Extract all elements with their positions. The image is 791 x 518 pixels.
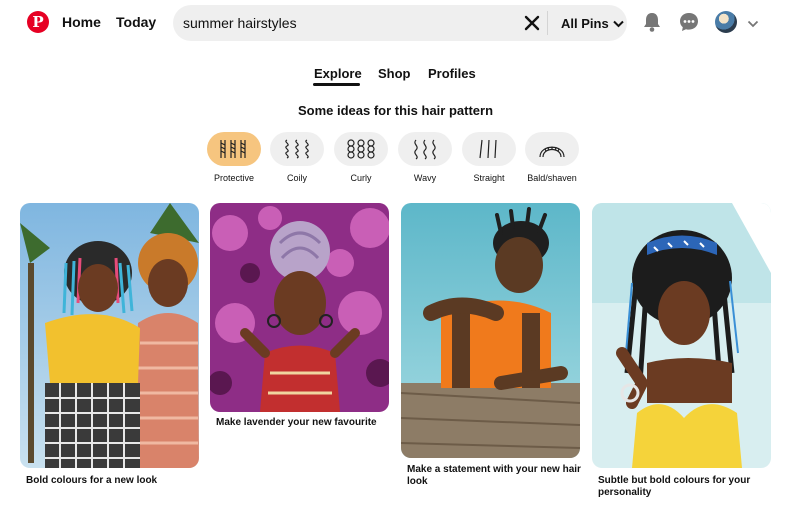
pin-image-3[interactable]	[401, 203, 580, 458]
account-menu-chevron-icon[interactable]	[747, 16, 759, 34]
hair-chip-protective[interactable]	[207, 132, 261, 166]
pin-image-2[interactable]	[210, 203, 389, 412]
pin-image-1[interactable]	[20, 203, 199, 468]
nav-today[interactable]: Today	[116, 14, 156, 30]
filter-dropdown[interactable]: All Pins	[561, 16, 624, 31]
pin-caption-2[interactable]: Make lavender your new favourite	[216, 417, 391, 429]
pin-caption-1[interactable]: Bold colours for a new look	[26, 475, 201, 487]
avatar[interactable]	[715, 11, 737, 33]
hair-chip-coily[interactable]	[270, 132, 324, 166]
search-bar: All Pins	[173, 5, 627, 41]
curly-hair-icon	[347, 139, 375, 159]
pin-image-4[interactable]	[592, 203, 771, 468]
search-input[interactable]	[183, 5, 503, 41]
clear-search-icon[interactable]	[522, 13, 542, 33]
chevron-down-icon	[612, 20, 624, 27]
tab-profiles[interactable]: Profiles	[428, 66, 476, 81]
pinterest-logo[interactable]: P	[27, 11, 49, 33]
coily-hair-icon	[285, 139, 309, 159]
hair-chip-curly[interactable]	[334, 132, 388, 166]
notifications-icon[interactable]	[641, 11, 663, 33]
braids-icon	[220, 140, 246, 158]
messages-icon[interactable]	[678, 11, 700, 33]
search-divider	[547, 11, 548, 35]
pin-caption-3[interactable]: Make a statement with your new hair look	[407, 464, 582, 488]
pin-caption-4[interactable]: Subtle but bold colours for your persona…	[598, 475, 773, 499]
hair-chip-wavy[interactable]	[398, 132, 452, 166]
straight-hair-icon	[479, 139, 497, 159]
tab-explore[interactable]: Explore	[314, 66, 362, 81]
bald-head-icon	[539, 146, 565, 158]
hair-chip-straight[interactable]	[462, 132, 516, 166]
nav-home[interactable]: Home	[62, 14, 101, 30]
ideas-heading: Some ideas for this hair pattern	[297, 103, 494, 118]
active-tab-indicator	[313, 83, 360, 86]
filter-label: All Pins	[561, 16, 609, 31]
logo-letter: P	[32, 12, 44, 31]
hair-chip-bald-shaven[interactable]	[525, 132, 579, 166]
tab-shop[interactable]: Shop	[378, 66, 411, 81]
hair-chip-label-bald-shaven: Bald/shaven	[527, 173, 577, 183]
wavy-hair-icon	[414, 139, 436, 160]
